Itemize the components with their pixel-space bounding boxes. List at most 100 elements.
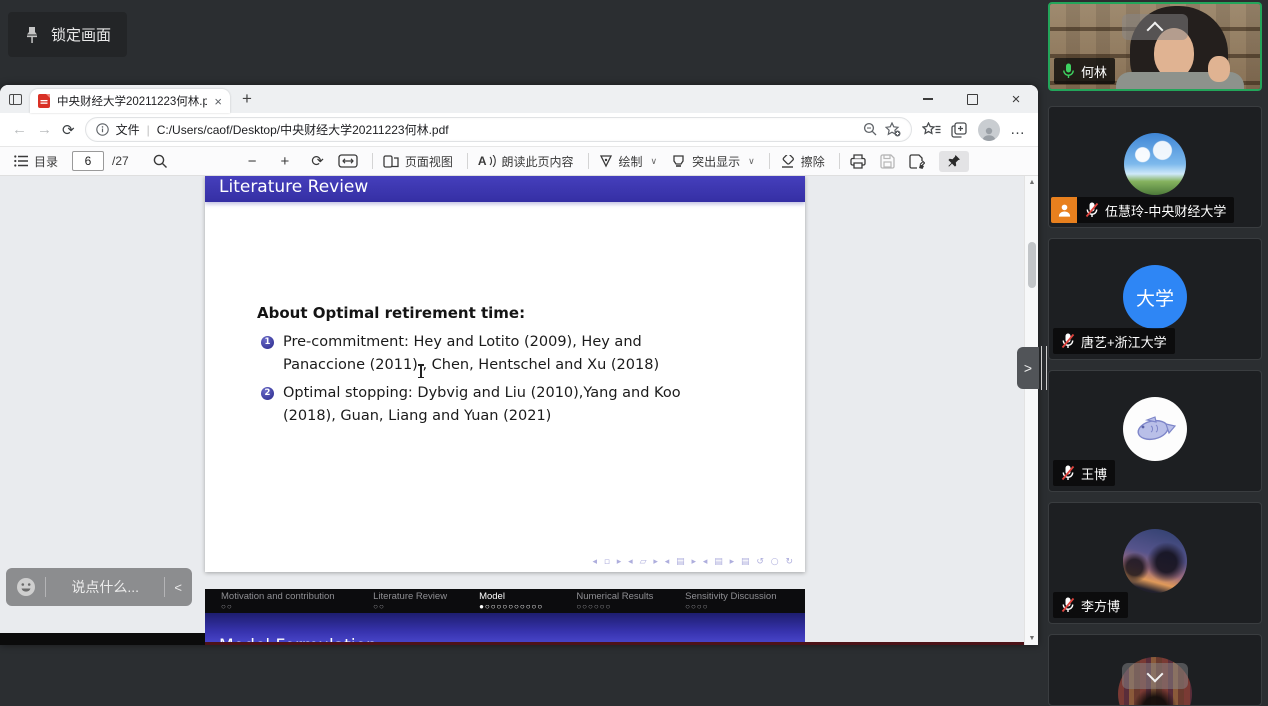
section-dots: ●○○○○○○○○○○ bbox=[479, 602, 576, 611]
panel-collapse-handle[interactable]: > bbox=[1017, 347, 1039, 389]
browser-tab[interactable]: 中央财经大学20211223何林.pdf × bbox=[30, 89, 230, 113]
emoji-icon[interactable] bbox=[16, 577, 36, 597]
draw-dropdown-icon[interactable]: ∨ bbox=[651, 156, 658, 167]
scroll-participants-up-button[interactable] bbox=[1122, 14, 1188, 40]
save-as-icon[interactable] bbox=[909, 154, 925, 169]
page-view-button[interactable]: 页面视图 bbox=[383, 153, 453, 170]
slide-page-6: Literature Review About Optimal retireme… bbox=[205, 176, 805, 572]
host-badge-icon bbox=[1051, 197, 1077, 223]
participant-tile-helin[interactable]: 何林 bbox=[1048, 2, 1262, 91]
zoom-out-button[interactable]: − bbox=[248, 153, 257, 170]
divider bbox=[164, 577, 165, 597]
window-maximize-button[interactable] bbox=[950, 85, 994, 113]
reload-button[interactable]: ⟳ bbox=[62, 121, 75, 139]
chat-input-placeholder[interactable]: 说点什么... bbox=[55, 577, 155, 597]
participant-tile-tangyi[interactable]: 大学 唐艺+浙江大学 bbox=[1048, 238, 1262, 360]
highlight-dropdown-icon[interactable]: ∨ bbox=[748, 156, 755, 167]
lock-screen-label: 锁定画面 bbox=[51, 24, 111, 45]
toc-button[interactable]: 目录 bbox=[14, 153, 58, 170]
mic-on-icon bbox=[1062, 63, 1075, 79]
participant-tile-lifangbo[interactable]: 李方博 bbox=[1048, 502, 1262, 624]
participant-name-badge: 王博 bbox=[1053, 460, 1115, 486]
eraser-icon bbox=[780, 155, 795, 168]
slide-page-7-top: Motivation and contribution ○○ Literatur… bbox=[205, 589, 805, 644]
slide-title-bar: Literature Review bbox=[205, 176, 805, 202]
toolbar-pin-button[interactable] bbox=[939, 151, 969, 172]
bullet-text: Pre-commitment: Hey and Lotito (2009), H… bbox=[283, 331, 693, 377]
new-tab-button[interactable]: + bbox=[242, 89, 252, 109]
tab-layout-icon[interactable] bbox=[0, 94, 30, 105]
participant-tile-wangbo[interactable]: 王博 bbox=[1048, 370, 1262, 492]
avatar bbox=[1123, 529, 1187, 593]
browser-menu-icon[interactable]: … bbox=[1010, 121, 1026, 138]
address-bar: ← → ⟳ 文件 | C:/Users/caof/Desktop/中央财经大学2… bbox=[0, 113, 1038, 147]
bullet-number: 2 bbox=[261, 387, 274, 400]
section-numerical-results: Numerical Results ○○○○○○ bbox=[576, 591, 685, 613]
rotate-button[interactable]: ⟳ bbox=[311, 152, 324, 170]
window-close-button[interactable]: × bbox=[994, 85, 1038, 113]
highlight-button[interactable]: 突出显示 ∨ bbox=[671, 153, 755, 170]
beamer-section-bar: Motivation and contribution ○○ Literatur… bbox=[205, 589, 805, 613]
sound-waves-icon bbox=[489, 155, 496, 167]
scrollbar-down-icon[interactable]: ▼ bbox=[1025, 635, 1038, 642]
pdf-file-icon bbox=[38, 94, 50, 108]
profile-avatar[interactable] bbox=[978, 119, 1000, 141]
zoom-in-button[interactable]: + bbox=[280, 153, 289, 170]
window-minimize-button[interactable] bbox=[906, 85, 950, 113]
scroll-participants-down-button[interactable] bbox=[1122, 663, 1188, 689]
participant-name-badge: 何林 bbox=[1054, 58, 1115, 84]
highlighter-icon bbox=[671, 154, 686, 168]
browser-tab-bar: 中央财经大学20211223何林.pdf × + × bbox=[0, 85, 1038, 113]
fit-width-icon[interactable] bbox=[338, 154, 358, 168]
chat-collapse-icon[interactable]: < bbox=[174, 580, 182, 595]
scrollbar-up-icon[interactable]: ▲ bbox=[1025, 179, 1038, 186]
tab-close-icon[interactable]: × bbox=[214, 94, 222, 109]
next-slide-title-bar: Model Formulation bbox=[205, 613, 805, 644]
participant-tile-partial[interactable] bbox=[1048, 634, 1262, 706]
draw-button[interactable]: 绘制 ∨ bbox=[599, 153, 658, 170]
participant-name: 王博 bbox=[1081, 464, 1107, 483]
forward-button[interactable]: → bbox=[37, 121, 52, 138]
mic-muted-icon bbox=[1061, 333, 1075, 349]
mic-muted-icon bbox=[1061, 465, 1075, 481]
participant-name: 伍慧玲-中央财经大学 bbox=[1105, 201, 1226, 220]
search-icon[interactable] bbox=[153, 154, 168, 169]
read-aloud-button[interactable]: A 朗读此页内容 bbox=[478, 153, 574, 170]
toc-icon bbox=[14, 155, 28, 167]
url-field[interactable]: 文件 | C:/Users/caof/Desktop/中央财经大学2021122… bbox=[85, 117, 912, 142]
bullet-text: Optimal stopping: Dybvig and Liu (2010),… bbox=[283, 382, 693, 428]
page-view-icon bbox=[383, 155, 399, 168]
lock-screen-button[interactable]: 锁定画面 bbox=[8, 12, 127, 57]
back-button[interactable]: ← bbox=[12, 121, 27, 138]
collections-icon[interactable] bbox=[951, 122, 968, 138]
read-aloud-icon: A bbox=[478, 154, 487, 168]
erase-button[interactable]: 擦除 bbox=[780, 153, 825, 170]
section-dots: ○○ bbox=[373, 602, 479, 611]
page-number-input[interactable] bbox=[72, 151, 104, 171]
pdf-scrollbar[interactable]: ▲ ▼ bbox=[1024, 176, 1038, 645]
favorites-bar-icon[interactable] bbox=[922, 122, 941, 138]
bullet-item: 1 Pre-commitment: Hey and Lotito (2009),… bbox=[261, 331, 693, 377]
url-scheme-label: 文件 bbox=[116, 121, 140, 138]
pin-icon bbox=[24, 26, 40, 44]
chevron-down-icon bbox=[1147, 666, 1164, 683]
zoom-page-icon[interactable] bbox=[863, 122, 878, 137]
divider bbox=[45, 577, 46, 597]
participant-name-badge: 伍慧玲-中央财经大学 bbox=[1077, 197, 1234, 223]
participant-tile-wuhuiling[interactable]: 伍慧玲-中央财经大学 bbox=[1048, 106, 1262, 228]
fish-avatar-drawing bbox=[1133, 414, 1177, 444]
section-dots: ○○○○ bbox=[685, 602, 793, 611]
beamer-nav-symbols: ◂ ▫ ▸ ◂ ▱ ▸ ◂ ▤ ▸ ◂ ▤ ▸ ▤ ↺ ○ ↻ bbox=[592, 557, 795, 567]
participant-name: 李方博 bbox=[1081, 596, 1120, 615]
scrollbar-thumb[interactable] bbox=[1028, 242, 1036, 288]
section-model: Model ●○○○○○○○○○○ bbox=[479, 591, 576, 613]
url-text: C:/Users/caof/Desktop/中央财经大学20211223何林.p… bbox=[157, 121, 856, 138]
mic-muted-icon bbox=[1085, 202, 1099, 218]
slide-bullets: 1 Pre-commitment: Hey and Lotito (2009),… bbox=[261, 331, 693, 433]
toolbar-pin-icon bbox=[947, 154, 961, 169]
add-favorite-star-icon[interactable] bbox=[885, 122, 901, 137]
print-icon[interactable] bbox=[850, 154, 866, 169]
panel-drag-grip[interactable] bbox=[1041, 346, 1047, 390]
slide-heading: About Optimal retirement time: bbox=[257, 304, 525, 322]
chat-quick-bar[interactable]: 说点什么... < bbox=[6, 568, 192, 606]
